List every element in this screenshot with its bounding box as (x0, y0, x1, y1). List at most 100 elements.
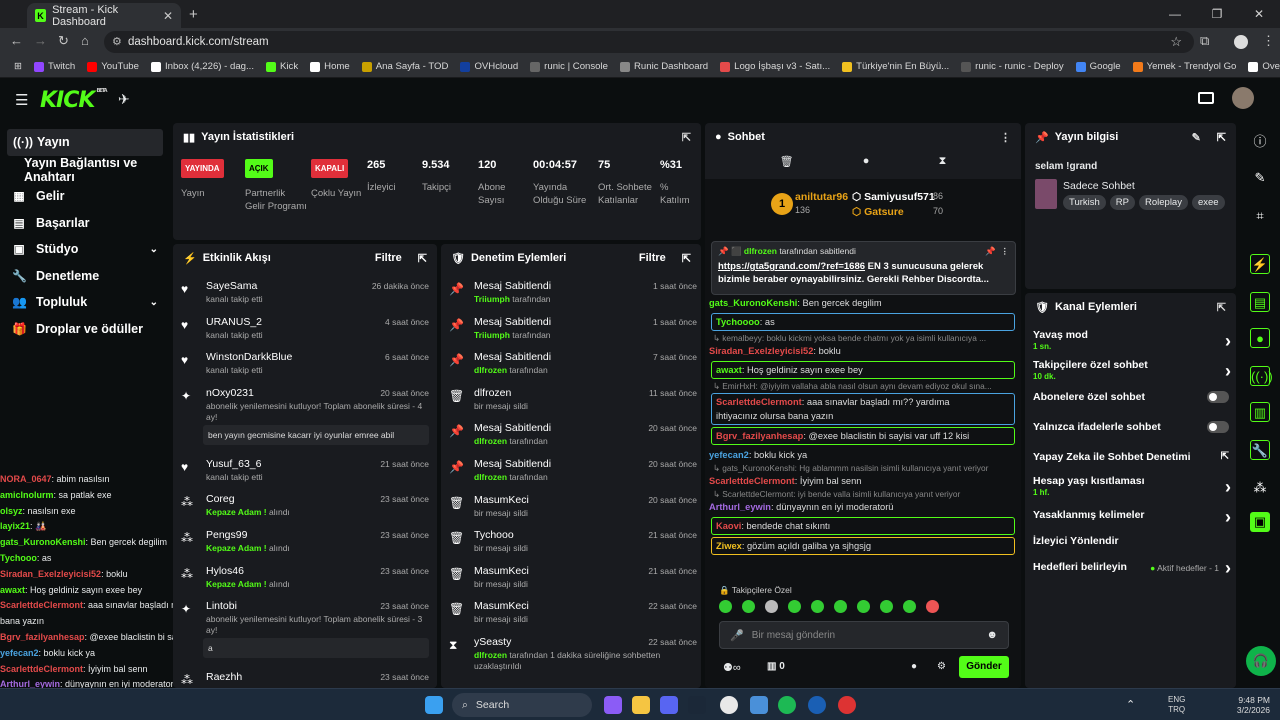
wallet-icon[interactable] (1198, 92, 1214, 104)
discord-icon[interactable] (660, 696, 678, 714)
sidebar-item-revenue[interactable]: ▦ Gelir (0, 183, 170, 210)
channel-action-row[interactable]: Yasaklanmış kelimeler › (1033, 507, 1231, 527)
channel-action-row[interactable]: Hesap yaşı kısıtlaması 1 hf. › (1033, 475, 1231, 497)
microphone-icon[interactable]: 🎤 (730, 629, 744, 642)
chat-input[interactable]: 🎤 Bir mesaj gönderin ☻ (719, 621, 1009, 649)
category-name[interactable]: Sadece Sohbet (1063, 180, 1135, 192)
chat-bubble-icon[interactable]: ● (911, 661, 917, 672)
emote-icon[interactable] (765, 600, 778, 613)
windows-start-icon[interactable] (425, 696, 443, 714)
tray-chevron-icon[interactable]: ⌃ (1126, 698, 1135, 711)
sidebar-item-moderation[interactable]: 🔧 Denetleme (0, 263, 170, 290)
home-icon[interactable]: ⌂ (81, 33, 89, 48)
leader-name[interactable]: aniltutar96 (795, 191, 848, 203)
chat-username[interactable]: Tychoooo (716, 317, 760, 327)
chat-message[interactable]: ScarlettdeClermont: aaa sınavlar başladı… (711, 393, 1015, 425)
tools-icon[interactable]: ✈ (118, 91, 130, 108)
emote-icon[interactable] (742, 600, 755, 613)
bookmark-item[interactable]: Türkiye'nin En Büyü... (836, 61, 955, 72)
chat-username[interactable]: ScarlettdeClermont (716, 397, 802, 407)
kick-logo[interactable]: KICK BETA (40, 88, 108, 113)
browser-tab[interactable]: K Stream - Kick Dashboard ✕ (27, 3, 181, 28)
close-tab-icon[interactable]: ✕ (163, 9, 173, 23)
tag-pill[interactable]: Roleplay (1139, 195, 1188, 210)
url-input[interactable]: ⚙ dashboard.kick.com/stream ☆ (104, 31, 1194, 53)
tag-pill[interactable]: exee (1191, 195, 1225, 210)
trash-icon[interactable]: 🗑 (780, 155, 794, 168)
emote-icon[interactable] (926, 600, 939, 613)
bookmark-star-icon[interactable]: ☆ (1170, 34, 1182, 50)
bookmark-item[interactable]: Inbox (4,226) - dag... (145, 61, 260, 72)
notes-icon[interactable]: ▤ (1250, 292, 1270, 312)
edit-icon[interactable]: ✎ (1192, 131, 1201, 144)
bookmark-item[interactable]: Yemek - Trendyol Go (1127, 61, 1243, 72)
chat-message[interactable]: awaxt: Hoş geldiniz sayın exee bey (711, 361, 1015, 379)
chat-message[interactable]: Arthurl_eywin: dünyaynın en iyi moderato… (705, 499, 1021, 515)
channel-action-row[interactable]: Yavaş mod 1 sn. › (1033, 329, 1231, 351)
chat-bubble-icon[interactable]: ● (863, 155, 870, 168)
chat-username[interactable]: yefecan2 (709, 450, 749, 460)
profile-avatar[interactable] (1234, 35, 1248, 49)
emote-icon[interactable] (857, 600, 870, 613)
file-explorer-icon[interactable] (632, 696, 650, 714)
channel-action-row[interactable]: Yapay Zeka ile Sohbet Denetimi ⇱ (1033, 451, 1229, 463)
channel-action-row[interactable]: Abonelere özel sohbet (1033, 391, 1229, 403)
lightning-icon[interactable]: ⚡ (1250, 254, 1270, 274)
edit-icon[interactable]: ✎ (1250, 168, 1270, 188)
forward-icon[interactable]: → (34, 33, 47, 48)
sidebar-item-stream-key[interactable]: Yayın Bağlantısı ve Anahtarı (0, 156, 170, 184)
expand-icon[interactable]: ⇱ (418, 252, 427, 265)
chat-username[interactable]: Arthurl_eywin (709, 502, 771, 512)
chat-username[interactable]: awaxt (716, 365, 742, 375)
copilot-icon[interactable] (604, 696, 622, 714)
bookmark-item[interactable]: Home (304, 61, 356, 72)
more-options-icon[interactable]: ⋮ (1000, 131, 1011, 144)
expand-icon[interactable]: ⇱ (682, 131, 691, 144)
toggle-switch[interactable] (1207, 421, 1229, 433)
chat-icon[interactable]: ● (1250, 328, 1270, 348)
emote-icon[interactable] (788, 600, 801, 613)
site-info-icon[interactable]: ⚙ (112, 35, 122, 48)
clock[interactable]: 9:48 PM 3/2/2026 (1232, 695, 1270, 715)
store-icon[interactable]: ▥ 0 (767, 661, 785, 672)
emote-icon[interactable] (719, 600, 732, 613)
chat-username[interactable]: ScarlettdeClermont (709, 476, 795, 486)
taskbar-search[interactable]: ⌕ Search (452, 693, 592, 717)
emote-icon[interactable] (834, 600, 847, 613)
expand-icon[interactable]: ⇱ (1217, 131, 1226, 144)
bookmark-item[interactable]: Google (1070, 61, 1127, 72)
extensions-icon[interactable]: ⧉ (1200, 33, 1209, 49)
bookmark-item[interactable]: Twitch (28, 61, 81, 72)
channel-action-row[interactable]: İzleyici Yönlendir (1033, 535, 1223, 547)
expand-icon[interactable]: ⇱ (1217, 301, 1226, 314)
chrome-icon[interactable] (720, 696, 738, 714)
emote-icon[interactable] (903, 600, 916, 613)
bookmark-item[interactable]: runic | Console (524, 61, 614, 72)
expand-icon[interactable]: ⇱ (682, 252, 691, 265)
menu-icon[interactable]: ☰ (15, 91, 28, 109)
emote-icon[interactable] (811, 600, 824, 613)
emoji-icon[interactable]: ☻ (986, 629, 998, 641)
sidebar-item-community[interactable]: 👥 Topluluk ⌄ (0, 289, 170, 316)
leader-name[interactable]: ⬡ Samiyusuf571 (852, 191, 935, 203)
points-icon[interactable]: ⚉∞ (723, 661, 741, 674)
community-icon[interactable]: ⁂ (1250, 478, 1270, 498)
close-window-icon[interactable]: ✕ (1238, 0, 1280, 28)
steam-icon[interactable] (688, 696, 706, 714)
app-icon[interactable] (838, 696, 856, 714)
maximize-icon[interactable]: ❐ (1196, 0, 1238, 28)
chat-message[interactable]: gats_KuronoKenshi: Ben gercek degilim (705, 295, 1021, 311)
chat-username[interactable]: Ziwex (716, 541, 742, 551)
chat-message[interactable]: Siradan_Exelzleyicisi52: boklu (705, 343, 1021, 359)
reload-icon[interactable]: ↻ (58, 33, 69, 49)
send-button[interactable]: Gönder (959, 656, 1009, 678)
pinned-message[interactable]: 📌 ⬛ dlfrozen tarafından sabitlendi 📌 ⋮ ht… (711, 241, 1016, 295)
bookmark-item[interactable]: OVHcloud (454, 61, 524, 72)
sidebar-item-achievements[interactable]: ▤ Başarılar (0, 210, 170, 237)
sidebar-item-studio[interactable]: ▣ Stüdyo ⌄ (0, 236, 170, 263)
chat-message[interactable]: Tychoooo: as (711, 313, 1015, 331)
bookmark-item[interactable]: Kick (260, 61, 304, 72)
chat-username[interactable]: Bgrv_fazilyanhesap (716, 431, 803, 441)
sidebar-item-drops[interactable]: 🎁 Droplar ve ödüller (0, 316, 170, 343)
channel-action-row[interactable]: Yalnızca ifadelerle sohbet (1033, 421, 1229, 433)
